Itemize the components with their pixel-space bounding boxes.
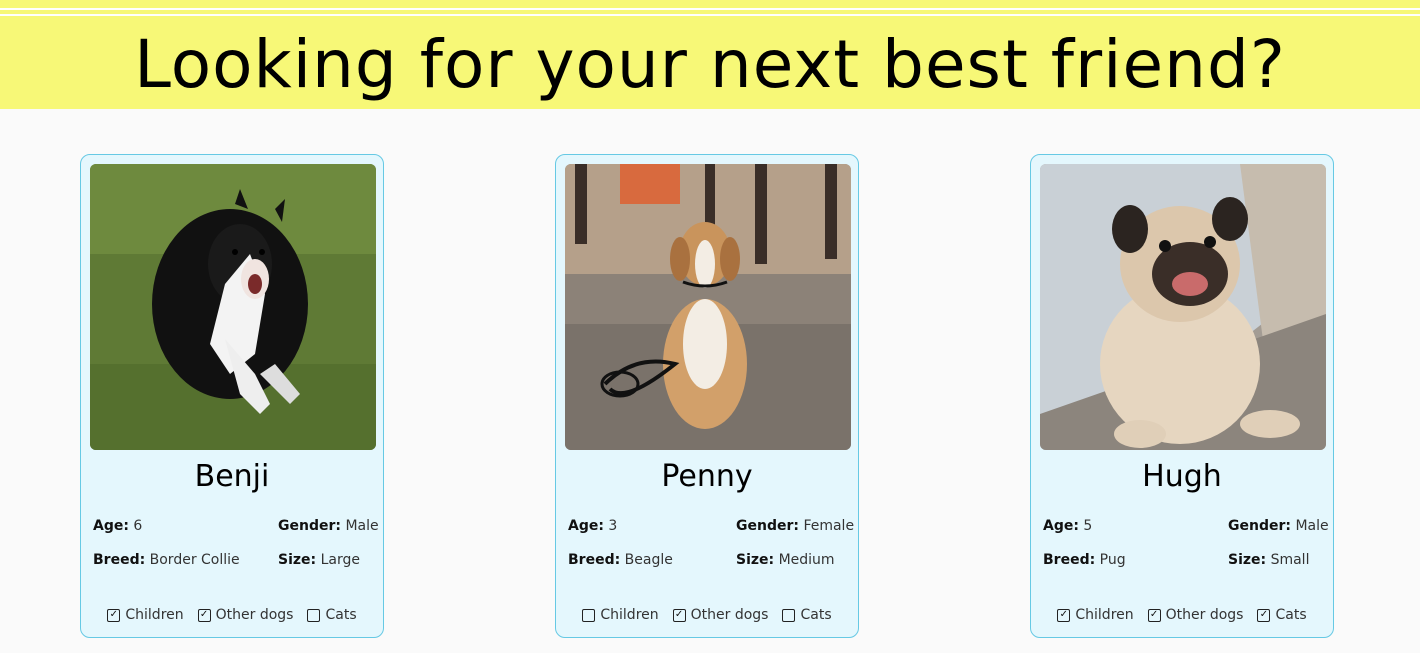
age-value: 6 xyxy=(133,518,143,534)
size-label: Size: xyxy=(1228,552,1267,568)
compat-label: Other dogs xyxy=(215,607,294,623)
border-collie-image xyxy=(90,164,376,450)
gender-field: Gender: Male xyxy=(1228,516,1329,536)
compat-other-dogs[interactable]: ✓ Other dogs xyxy=(197,605,294,625)
compat-cats[interactable]: ✓ Cats xyxy=(1257,605,1307,625)
gender-value: Male xyxy=(345,518,379,534)
dog-name: Benji xyxy=(194,459,270,494)
size-field: Size: Medium xyxy=(736,550,835,570)
size-value: Large xyxy=(320,552,360,568)
age-field: Age: 3 xyxy=(568,516,617,536)
page-title: Looking for your next best friend? xyxy=(134,26,1286,103)
compat-label: Other dogs xyxy=(1165,607,1244,623)
gender-value: Male xyxy=(1295,518,1329,534)
compat-children[interactable]: Children xyxy=(582,605,659,625)
dog-card-penny[interactable]: Penny Age: 3 Gender: Female Breed: Beagl… xyxy=(555,154,859,638)
unchecked-checkbox-icon[interactable] xyxy=(782,608,796,622)
breed-label: Breed: xyxy=(1043,552,1096,568)
dog-photo-pug[interactable] xyxy=(1040,164,1326,450)
age-label: Age: xyxy=(1043,518,1079,534)
dog-name: Hugh xyxy=(1142,459,1222,494)
size-label: Size: xyxy=(736,552,775,568)
gender-label: Gender: xyxy=(736,518,799,534)
pug-image xyxy=(1040,164,1326,450)
compat-cats[interactable]: Cats xyxy=(307,605,357,625)
breed-field: Breed: Pug xyxy=(1043,550,1126,570)
compat-cats[interactable]: Cats xyxy=(782,605,832,625)
unchecked-checkbox-icon[interactable] xyxy=(582,608,596,622)
breed-label: Breed: xyxy=(93,552,146,568)
header-stripe xyxy=(0,14,1420,16)
age-label: Age: xyxy=(568,518,604,534)
dog-name: Penny xyxy=(661,459,753,494)
checked-checkbox-icon[interactable]: ✓ xyxy=(1257,608,1271,622)
dog-card-benji[interactable]: Benji Age: 6 Gender: Male Breed: Border … xyxy=(80,154,384,638)
compatibility-list: Children ✓ Other dogs Cats xyxy=(556,605,858,625)
compat-label: Children xyxy=(600,607,659,623)
checked-checkbox-icon[interactable]: ✓ xyxy=(107,608,121,622)
breed-value: Beagle xyxy=(624,552,673,568)
gender-field: Gender: Female xyxy=(736,516,854,536)
beagle-image xyxy=(565,164,851,450)
compatibility-list: ✓ Children ✓ Other dogs ✓ Cats xyxy=(1031,605,1333,625)
gender-label: Gender: xyxy=(278,518,341,534)
unchecked-checkbox-icon[interactable] xyxy=(307,608,321,622)
age-label: Age: xyxy=(93,518,129,534)
compat-label: Other dogs xyxy=(690,607,769,623)
gender-value: Female xyxy=(803,518,855,534)
compat-label: Cats xyxy=(325,607,357,623)
dog-photo-border-collie[interactable] xyxy=(90,164,376,450)
breed-value: Pug xyxy=(1099,552,1126,568)
age-value: 5 xyxy=(1083,518,1093,534)
size-value: Medium xyxy=(778,552,835,568)
breed-label: Breed: xyxy=(568,552,621,568)
size-field: Size: Small xyxy=(1228,550,1309,570)
size-value: Small xyxy=(1270,552,1310,568)
age-value: 3 xyxy=(608,518,618,534)
compat-other-dogs[interactable]: ✓ Other dogs xyxy=(1147,605,1244,625)
gender-label: Gender: xyxy=(1228,518,1291,534)
breed-value: Border Collie xyxy=(149,552,240,568)
compat-label: Children xyxy=(125,607,184,623)
header-stripe xyxy=(0,8,1420,10)
compat-label: Children xyxy=(1075,607,1134,623)
dog-photo-beagle[interactable] xyxy=(565,164,851,450)
compat-children[interactable]: ✓ Children xyxy=(107,605,184,625)
age-field: Age: 6 xyxy=(93,516,142,536)
compat-children[interactable]: ✓ Children xyxy=(1057,605,1134,625)
breed-field: Breed: Border Collie xyxy=(93,550,240,570)
compat-other-dogs[interactable]: ✓ Other dogs xyxy=(672,605,769,625)
size-label: Size: xyxy=(278,552,317,568)
checked-checkbox-icon[interactable]: ✓ xyxy=(1147,608,1161,622)
breed-field: Breed: Beagle xyxy=(568,550,673,570)
checked-checkbox-icon[interactable]: ✓ xyxy=(1057,608,1071,622)
checked-checkbox-icon[interactable]: ✓ xyxy=(672,608,686,622)
compatibility-list: ✓ Children ✓ Other dogs Cats xyxy=(81,605,383,625)
checked-checkbox-icon[interactable]: ✓ xyxy=(197,608,211,622)
dog-card-hugh[interactable]: Hugh Age: 5 Gender: Male Breed: Pug Size… xyxy=(1030,154,1334,638)
gender-field: Gender: Male xyxy=(278,516,379,536)
compat-label: Cats xyxy=(1275,607,1307,623)
size-field: Size: Large xyxy=(278,550,360,570)
age-field: Age: 5 xyxy=(1043,516,1092,536)
compat-label: Cats xyxy=(800,607,832,623)
